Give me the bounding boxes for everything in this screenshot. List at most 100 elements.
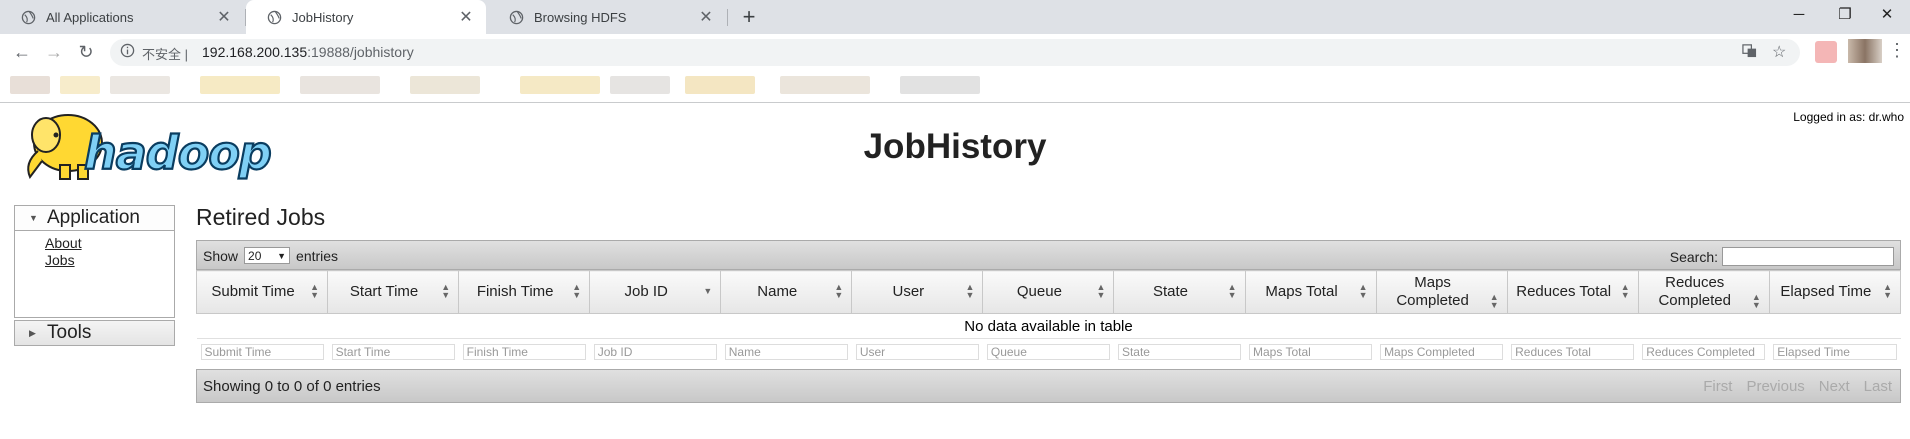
column-header[interactable]: Finish Time ▲ ▼ — [458, 270, 591, 314]
entries-label: entries — [296, 247, 339, 264]
address-bar[interactable]: 不安全 | 192.168.200.135:19888/jobhistory ☆ — [110, 39, 1800, 66]
column-header[interactable]: Name ▲ ▼ — [720, 270, 853, 314]
back-arrow-icon[interactable]: ← — [10, 40, 34, 64]
table-row: No data available in table — [197, 314, 1901, 339]
close-tab-icon[interactable]: ✕ — [696, 7, 716, 27]
sort-icon: ▲ ▼ — [1489, 292, 1499, 310]
filter-input[interactable]: Queue — [986, 344, 1110, 360]
column-label: Maps Completed — [1396, 274, 1469, 309]
security-label: 不安全 | — [142, 47, 189, 62]
bookmark-item[interactable] — [300, 76, 380, 94]
triangle-down-icon: ▼ — [29, 213, 38, 223]
table-header-row: Submit Time ▲ ▼ Start Time ▲ ▼ Finish Time ▲ ▼… — [195, 270, 1902, 314]
close-window-button[interactable]: ✕ — [1864, 0, 1910, 30]
bookmark-item[interactable] — [685, 76, 755, 94]
column-label: Job ID — [624, 283, 668, 300]
close-tab-icon[interactable]: ✕ — [456, 7, 476, 27]
column-header[interactable]: State ▲ ▼ — [1113, 270, 1246, 314]
table-top-bar: Show 20 ▼ entries Search: — [196, 240, 1901, 270]
pagination: First Previous Next Last — [1703, 378, 1892, 395]
page-title: JobHistory — [863, 127, 1047, 166]
filter-input[interactable]: Start Time — [331, 344, 455, 360]
filter-input[interactable]: Maps Total — [1249, 344, 1373, 360]
column-header[interactable]: Start Time ▲ ▼ — [327, 270, 460, 314]
column-header[interactable]: Queue ▲ ▼ — [982, 270, 1115, 314]
filter-cell: User — [851, 338, 983, 365]
last-page-button[interactable]: Last — [1864, 378, 1892, 395]
extension-icon[interactable] — [1815, 41, 1837, 63]
column-header[interactable]: Submit Time ▲ ▼ — [195, 270, 329, 314]
url-text[interactable]: 192.168.200.135:19888/jobhistory — [202, 44, 414, 60]
menu-dots-icon[interactable]: ⋮ — [1888, 40, 1906, 61]
globe-icon — [266, 9, 282, 25]
sidebar-tools-header[interactable]: ▶ Tools — [15, 321, 174, 345]
bookmark-item[interactable] — [520, 76, 600, 94]
bookmark-item[interactable] — [200, 76, 280, 94]
column-header[interactable]: User ▲ ▼ — [851, 270, 984, 314]
sidebar-application-header[interactable]: ▼ Application — [15, 206, 174, 231]
filter-input[interactable]: Name — [724, 344, 848, 360]
new-tab-button[interactable]: + — [736, 4, 762, 30]
tab-title: JobHistory — [292, 9, 354, 25]
bookmark-item[interactable] — [900, 76, 980, 94]
tab-browsing-hdfs[interactable]: Browsing HDFS ✕ — [488, 0, 726, 34]
forward-arrow-icon[interactable]: → — [42, 40, 66, 64]
filter-input[interactable]: Submit Time — [200, 344, 324, 360]
filter-input[interactable]: Finish Time — [462, 344, 586, 360]
column-label: Start Time — [349, 283, 419, 300]
sort-icon: ▲ ▼ — [1751, 292, 1761, 310]
sort-icon: ▲ ▼ — [1883, 282, 1892, 300]
sidebar-tools[interactable]: ▶ Tools — [14, 320, 175, 346]
filter-input[interactable]: Job ID — [593, 344, 717, 360]
column-header[interactable]: Maps Completed ▲ ▼ — [1375, 270, 1508, 314]
reload-icon[interactable]: ↻ — [74, 40, 98, 64]
filter-input[interactable]: User — [855, 344, 979, 360]
bookmark-item[interactable] — [610, 76, 670, 94]
column-label: Reduces Completed — [1658, 274, 1731, 309]
bookmark-item[interactable] — [110, 76, 170, 94]
minimize-button[interactable]: ─ — [1776, 0, 1822, 30]
table-bottom-bar: Showing 0 to 0 of 0 entries First Previo… — [196, 369, 1901, 403]
entries-select[interactable]: 20 ▼ — [244, 247, 291, 264]
first-page-button[interactable]: First — [1703, 378, 1732, 395]
bookmark-item[interactable] — [10, 76, 50, 94]
filter-input[interactable]: Elapsed Time — [1773, 344, 1897, 360]
sort-desc-icon: ▼ — [703, 286, 713, 296]
bookmarks-bar — [0, 70, 1910, 103]
url-host: 192.168.200.135 — [202, 44, 308, 60]
column-header[interactable]: Maps Total ▲ ▼ — [1244, 270, 1377, 314]
empty-message: No data available in table — [964, 317, 1133, 335]
sidebar-tools-label: Tools — [47, 322, 92, 343]
filter-input[interactable]: Reduces Completed — [1642, 344, 1766, 360]
filter-input[interactable]: Maps Completed — [1380, 344, 1504, 360]
search-label: Search: — [1669, 248, 1718, 265]
column-header[interactable]: Job ID ▼ — [589, 270, 722, 314]
bookmark-star-icon[interactable]: ☆ — [1772, 42, 1786, 62]
bookmark-item[interactable] — [410, 76, 480, 94]
about-link[interactable]: About — [45, 235, 174, 252]
translate-icon[interactable] — [1742, 43, 1757, 61]
logged-in-label: Logged in as: dr.who — [1793, 110, 1904, 124]
search-input[interactable] — [1722, 247, 1894, 266]
previous-page-button[interactable]: Previous — [1746, 378, 1804, 395]
tab-jobhistory[interactable]: JobHistory ✕ — [246, 0, 486, 34]
next-page-button[interactable]: Next — [1819, 378, 1850, 395]
filter-cell: Reduces Total — [1507, 338, 1639, 365]
bookmark-item[interactable] — [60, 76, 100, 94]
tab-all-applications[interactable]: All Applications ✕ — [0, 0, 244, 34]
jobs-link[interactable]: Jobs — [45, 252, 174, 269]
column-header[interactable]: Reduces Total ▲ ▼ — [1506, 270, 1639, 314]
column-header[interactable]: Reduces Completed ▲ ▼ — [1637, 270, 1770, 314]
filter-input[interactable]: Reduces Total — [1511, 344, 1635, 360]
close-tab-icon[interactable]: ✕ — [214, 7, 234, 27]
avatar[interactable] — [1848, 39, 1882, 63]
column-header[interactable]: Elapsed Time ▲ ▼ — [1768, 270, 1902, 314]
filter-input[interactable]: State — [1117, 344, 1241, 360]
sidebar-application-links: About Jobs — [15, 231, 174, 269]
column-label: Maps Total — [1265, 283, 1338, 300]
sort-icon: ▲ ▼ — [834, 282, 844, 300]
maximize-button[interactable]: ❐ — [1822, 0, 1868, 30]
info-icon[interactable] — [120, 43, 136, 59]
sort-icon: ▲ ▼ — [1227, 282, 1237, 300]
bookmark-item[interactable] — [780, 76, 870, 94]
